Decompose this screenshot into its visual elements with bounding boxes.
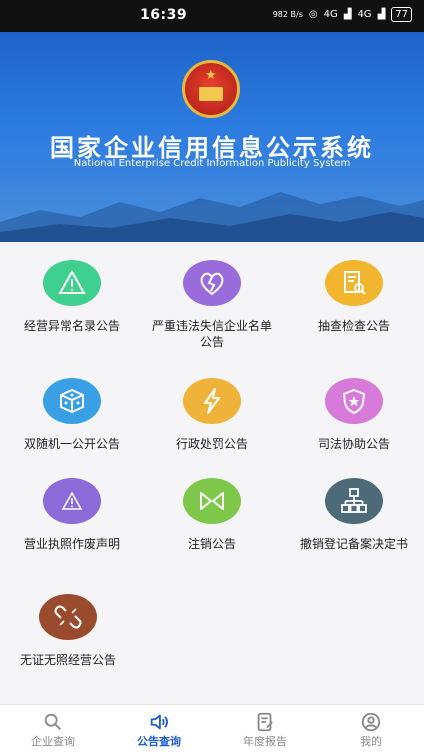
grid-item-label: 司法协助公告 — [317, 437, 390, 451]
header-banner: ★ 国家企业信用信息公示系统 National Enterprise Credi… — [0, 32, 424, 242]
app-subtitle: National Enterprise Credit Information P… — [73, 158, 351, 169]
grid-item-administrative-penalty[interactable]: 行政处罚公告 — [142, 378, 282, 452]
grid-item-label: 严重违法失信企业名单公告 — [151, 319, 272, 349]
signal-icon: ▟ — [343, 9, 352, 20]
tab-label: 公告查询 — [137, 735, 181, 748]
tab-annual-report[interactable]: 年度报告 — [212, 705, 318, 755]
broken-link-icon — [39, 594, 97, 640]
grid-item-label: 无证无照经营公告 — [19, 653, 116, 667]
report-edit-icon — [257, 712, 273, 732]
grid-item-label: 经营异常名录公告 — [23, 319, 120, 333]
dice-icon — [43, 378, 101, 424]
cancel-arrows-icon — [183, 478, 241, 524]
grid-item-spot-check[interactable]: 抽查检查公告 — [284, 260, 424, 334]
network-speed: 982 B/s — [272, 10, 303, 19]
grid-item-revocation-decision[interactable]: 撤销登记备案决定书 — [284, 478, 424, 552]
lightning-icon — [183, 378, 241, 424]
grid-item-judicial-assistance[interactable]: 司法协助公告 — [284, 378, 424, 452]
bottom-tab-bar: 企业查询 公告查询 年度报告 我的 — [0, 704, 424, 755]
user-icon — [361, 712, 381, 732]
grid-item-abnormal-list[interactable]: 经营异常名录公告 — [2, 260, 142, 334]
grid-item-label: 注销公告 — [187, 537, 236, 551]
tab-enterprise-search[interactable]: 企业查询 — [0, 705, 106, 755]
org-chart-icon — [325, 478, 383, 524]
tab-label: 我的 — [360, 735, 382, 748]
battery-icon: 77 — [391, 7, 412, 22]
warning-triangle-icon — [43, 260, 101, 306]
document-search-icon — [325, 260, 383, 306]
status-icons: 982 B/s ◎ 4G ▟ 4G ▟ 77 — [273, 7, 412, 22]
grid-item-label: 撤销登记备案决定书 — [299, 537, 408, 551]
great-wall-silhouette — [0, 192, 424, 242]
grid-item-label: 双随机一公开公告 — [23, 437, 120, 451]
broken-heart-icon — [183, 260, 241, 306]
speaker-icon — [150, 714, 168, 730]
announcement-grid: 经营异常名录公告 严重违法失信企业名单公告 抽查检查公告 双随机一公开公告 行政… — [0, 242, 424, 704]
status-bar: 16:39 982 B/s ◎ 4G ▟ 4G ▟ 77 — [0, 0, 424, 32]
signal-icon: ▟ — [377, 9, 386, 20]
status-time: 16:39 — [140, 7, 188, 23]
grid-item-label: 营业执照作废声明 — [23, 537, 120, 551]
search-icon — [44, 713, 61, 730]
shield-star-icon — [325, 378, 383, 424]
wifi-icon: ◎ — [308, 9, 318, 20]
signal-1: 4G — [323, 9, 338, 20]
grid-item-label: 抽查检查公告 — [317, 319, 390, 333]
signal-2: 4G — [357, 9, 372, 20]
grid-item-double-random[interactable]: 双随机一公开公告 — [2, 378, 142, 452]
grid-item-serious-violation[interactable]: 严重违法失信企业名单公告 — [142, 260, 282, 350]
tab-announcement-search[interactable]: 公告查询 — [106, 705, 212, 755]
grid-item-label: 行政处罚公告 — [175, 437, 248, 451]
warning-triangle-icon — [43, 478, 101, 524]
national-emblem-icon: ★ — [182, 60, 240, 118]
grid-item-unlicensed-operation[interactable]: 无证无照经营公告 — [0, 594, 138, 668]
grid-item-deregistration[interactable]: 注销公告 — [142, 478, 282, 552]
grid-item-license-void[interactable]: 营业执照作废声明 — [2, 478, 142, 552]
tab-label: 企业查询 — [31, 735, 75, 748]
tab-label: 年度报告 — [243, 735, 287, 748]
tab-mine[interactable]: 我的 — [318, 705, 424, 755]
